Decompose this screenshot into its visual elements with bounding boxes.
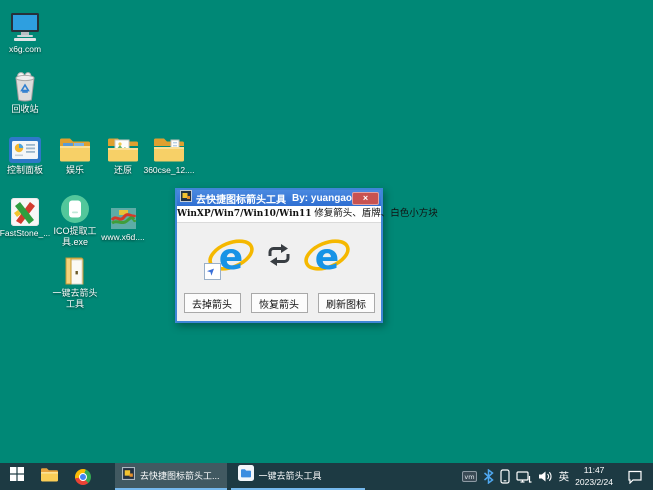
web-shortcut-icon — [110, 198, 137, 230]
svg-text:e: e — [219, 237, 243, 278]
windows-logo-icon — [10, 467, 24, 486]
desktop-icon-label: FastStone_... — [0, 228, 50, 238]
clock-time: 11:47 — [575, 465, 613, 476]
desktop-icon-label: ICO提取工具.exe — [50, 226, 100, 248]
desktop-icon-label: 还原 — [114, 165, 132, 176]
desktop-icon-label: 娱乐 — [66, 165, 84, 176]
start-button[interactable] — [0, 463, 33, 490]
task-label: 去快捷图标箭头工... — [140, 469, 220, 482]
chrome-button[interactable] — [66, 463, 99, 490]
volume-icon[interactable] — [538, 470, 553, 483]
dialog-subtitle: WinXP/Win7/Win10/Win11 修复箭头、盾牌、白色小方块 — [177, 206, 381, 223]
window-app-icon — [180, 189, 192, 207]
taskbar: 去快捷图标箭头工... 一键去箭头工具 vm — [0, 463, 653, 490]
control-panel-icon — [9, 131, 41, 163]
network-icon[interactable] — [516, 470, 532, 484]
shortcut-arrow-overlay-icon: ➤ — [204, 263, 221, 280]
chrome-icon — [75, 469, 91, 485]
recycle-bin-icon — [10, 70, 40, 102]
dialog-button-row: 去掉箭头 恢复箭头 刷新图标 — [177, 293, 381, 313]
explorer-window-icon — [238, 465, 254, 486]
taskbar-task-remove-arrow-tool[interactable]: 去快捷图标箭头工... — [115, 463, 227, 490]
file-explorer-button[interactable] — [33, 463, 66, 490]
desktop-icon-this-pc[interactable]: x6g.com — [0, 10, 50, 54]
faststone-icon — [11, 194, 39, 226]
vmware-tray-icon[interactable]: vm — [462, 471, 477, 482]
taskbar-task-explorer-window[interactable]: 一键去箭头工具 — [231, 463, 365, 490]
window-title-byline: By: yuangao — [292, 193, 352, 204]
remove-arrow-button[interactable]: 去掉箭头 — [184, 293, 241, 313]
desktop-icon-remove-arrow-folder[interactable]: 一键去箭头工具 — [50, 254, 100, 310]
desktop-icon-label: 一键去箭头工具 — [50, 288, 100, 310]
desktop-icon-faststone[interactable]: FastStone_... — [0, 194, 50, 238]
remove-arrow-tool-window: 去快捷图标箭头工具 By: yuangao × WinXP/Win7/Win10… — [175, 188, 383, 323]
swap-arrows-icon — [266, 243, 292, 272]
task-app-icon — [122, 467, 135, 485]
folder-icon — [59, 131, 91, 163]
desktop-icon-recycle-bin[interactable]: 回收站 — [0, 70, 50, 115]
desktop-icon-label: x6g.com — [9, 44, 41, 54]
ico-extractor-icon — [60, 192, 90, 224]
ime-indicator[interactable]: 英 — [559, 469, 570, 484]
os-versions-text: WinXP/Win7/Win10/Win11 — [177, 209, 312, 219]
open-folder-icon — [62, 254, 89, 286]
desktop-icon-folder-360cse[interactable]: 360cse_12.... — [141, 131, 197, 175]
window-title: 去快捷图标箭头工具 — [196, 191, 286, 206]
desktop-icon-control-panel[interactable]: 控制面板 — [0, 131, 50, 176]
restore-arrow-button[interactable]: 恢复箭头 — [251, 293, 308, 313]
icon-preview-row: e ➤ e — [177, 231, 381, 283]
ie-icon-no-arrow: e — [304, 234, 350, 280]
desktop-icon-x6d-shortcut[interactable]: www.x6d.... — [98, 198, 148, 242]
svg-text:vm: vm — [464, 473, 474, 481]
close-button[interactable]: × — [352, 192, 379, 205]
system-tray: vm — [462, 463, 653, 490]
fix-description-text: 修复箭头、盾牌、白色小方块 — [312, 208, 438, 219]
desktop-icon-folder-yule[interactable]: 娱乐 — [50, 131, 100, 176]
desktop-icon-label: www.x6d.... — [101, 232, 144, 242]
window-titlebar[interactable]: 去快捷图标箭头工具 By: yuangao × — [177, 190, 381, 206]
svg-text:e: e — [315, 237, 339, 278]
computer-icon — [8, 10, 42, 42]
refresh-icons-button[interactable]: 刷新图标 — [318, 293, 375, 313]
folder-image-icon — [107, 131, 139, 163]
action-center-icon[interactable] — [627, 469, 643, 484]
clock-date: 2023/2/24 — [575, 477, 613, 488]
task-label: 一键去箭头工具 — [259, 469, 322, 482]
folder-file-icon — [153, 131, 185, 163]
desktop-icon-label: 回收站 — [11, 104, 38, 115]
ie-icon-with-arrow: e ➤ — [208, 234, 254, 280]
taskbar-clock[interactable]: 11:47 2023/2/24 — [575, 465, 613, 487]
desktop-icon-label: 控制面板 — [7, 165, 43, 176]
bluetooth-icon[interactable] — [483, 469, 494, 484]
desktop-icon-label: 360cse_12.... — [143, 165, 194, 175]
desktop-icon-ico-extractor[interactable]: ICO提取工具.exe — [50, 192, 100, 248]
file-explorer-icon — [40, 467, 59, 487]
phone-icon[interactable] — [500, 469, 510, 484]
